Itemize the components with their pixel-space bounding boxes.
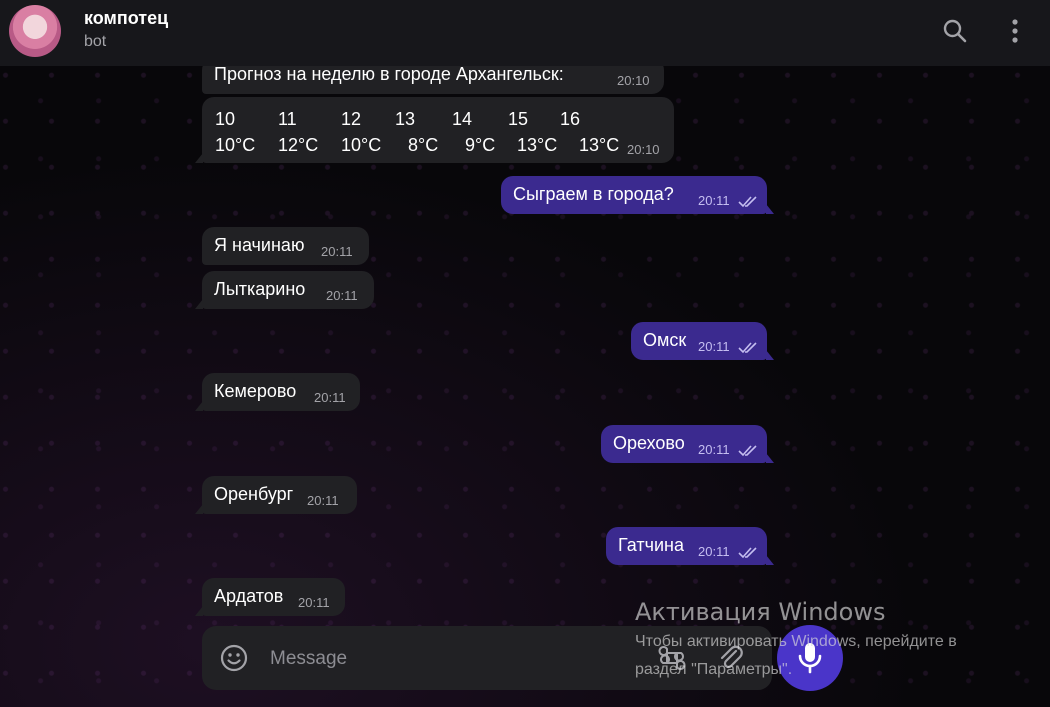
forecast-temp: 8°C (408, 135, 439, 155)
chat-title[interactable]: компотец (84, 8, 168, 29)
message-text: Я начинаю (214, 235, 305, 255)
message-time: 20:11 (698, 442, 730, 457)
message-time: 20:11 (326, 288, 358, 303)
more-vertical-icon (1012, 19, 1018, 43)
message-outgoing[interactable]: Орехово 20:11 (601, 425, 774, 463)
message-text: Кемерово (214, 381, 297, 401)
message-incoming[interactable]: Лыткарино 20:11 (195, 271, 374, 309)
voice-record-button[interactable] (777, 625, 843, 691)
message-text: Омск (643, 330, 687, 350)
message-incoming[interactable]: Ардатов 20:11 (195, 578, 345, 616)
double-check-icon (738, 445, 757, 457)
forecast-temp: 10°C (341, 135, 382, 155)
message-time: 20:11 (698, 339, 730, 354)
avatar[interactable] (9, 5, 61, 57)
emoji-button[interactable] (219, 643, 249, 678)
search-button[interactable] (937, 13, 973, 49)
message-text: Ардатов (214, 586, 284, 606)
forecast-day: 10 (215, 109, 236, 129)
forecast-day: 12 (341, 109, 362, 129)
message-outgoing[interactable]: Гатчина 20:11 (606, 527, 774, 565)
double-check-icon (738, 196, 757, 208)
message-time: 20:11 (307, 493, 339, 508)
forecast-day: 14 (452, 109, 473, 129)
double-check-icon (738, 342, 757, 354)
message-incoming[interactable]: Кемерово 20:11 (195, 373, 360, 411)
forecast-day: 13 (395, 109, 416, 129)
message-incoming-forecast[interactable]: 10 11 12 13 14 15 16 10°C 12°C 10°C 8°C … (195, 97, 674, 163)
message-outgoing[interactable]: Сыграем в города? 20:11 (501, 176, 774, 214)
forecast-day: 16 (560, 109, 581, 129)
message-time: 20:11 (698, 193, 730, 208)
message-time: 20:10 (617, 73, 650, 88)
more-menu-button[interactable] (997, 13, 1033, 49)
message-text: Прогноз на неделю в городе Архангельск: (214, 64, 564, 84)
attach-button[interactable] (716, 643, 746, 678)
chat-header: компотец bot (0, 0, 1050, 66)
message-input[interactable] (268, 644, 612, 674)
chat-subtitle: bot (84, 33, 107, 50)
message-incoming[interactable]: Я начинаю 20:11 (202, 227, 369, 265)
message-time: 20:11 (321, 244, 353, 259)
emoji-icon (220, 644, 248, 672)
microphone-icon (798, 643, 822, 674)
commands-button[interactable] (657, 643, 687, 678)
forecast-day: 11 (278, 109, 297, 129)
message-text: Орехово (613, 433, 685, 453)
paperclip-icon (720, 645, 743, 669)
message-composer (202, 626, 772, 690)
message-incoming[interactable]: Оренбург 20:11 (195, 476, 357, 514)
message-text: Гатчина (618, 535, 684, 555)
forecast-temp: 12°C (278, 135, 319, 155)
forecast-temp: 13°C (517, 135, 558, 155)
message-time: 20:11 (314, 390, 346, 405)
forecast-temp: 10°C (215, 135, 256, 155)
command-icon (658, 646, 686, 670)
search-icon (943, 19, 967, 43)
message-text: Сыграем в города? (513, 184, 674, 204)
message-time: 20:10 (627, 142, 660, 157)
forecast-day: 15 (508, 109, 529, 129)
message-text: Лыткарино (214, 279, 306, 299)
message-time: 20:11 (698, 544, 730, 559)
double-check-icon (738, 547, 757, 559)
message-outgoing[interactable]: Омск 20:11 (631, 322, 774, 360)
message-time: 20:11 (298, 595, 330, 610)
forecast-temp: 13°C (579, 135, 620, 155)
message-text: Оренбург (214, 484, 294, 504)
forecast-temp: 9°C (465, 135, 496, 155)
